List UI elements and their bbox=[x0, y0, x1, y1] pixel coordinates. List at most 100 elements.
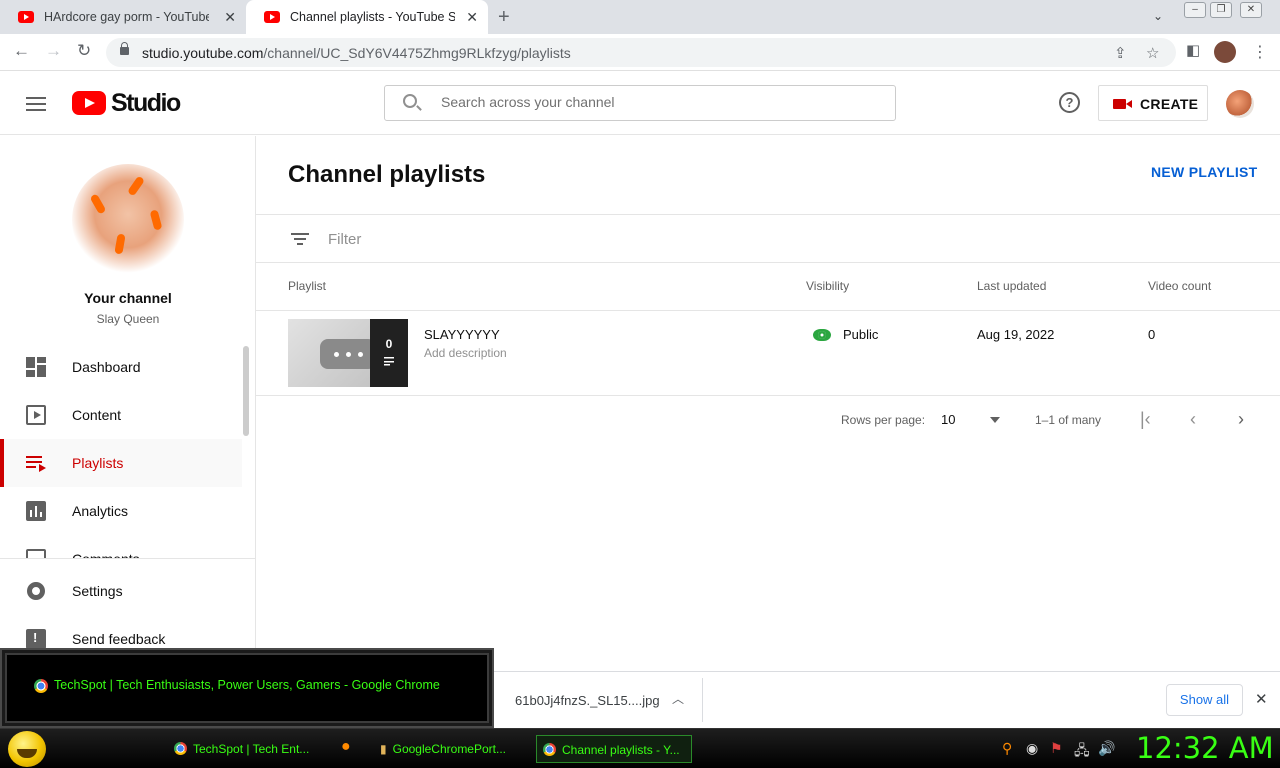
sidebar-item-label: Send feedback bbox=[72, 631, 166, 647]
last-updated-value: Aug 19, 2022 bbox=[977, 327, 1055, 342]
close-icon[interactable]: ✕ bbox=[1255, 690, 1268, 708]
minimize-window-icon[interactable]: – bbox=[1184, 2, 1206, 18]
your-channel-label: Your channel bbox=[84, 290, 172, 306]
os-taskbar: TechSpot | Tech Ent... ● ▮ GoogleChromePo… bbox=[0, 728, 1280, 768]
lock-icon bbox=[120, 42, 129, 55]
page-range: 1–1 of many bbox=[1035, 413, 1102, 427]
account-avatar[interactable] bbox=[1226, 90, 1254, 118]
back-arrow-icon[interactable]: ← bbox=[13, 41, 30, 61]
playlist-title[interactable]: SLAYYYYYY bbox=[424, 327, 500, 342]
dashboard-icon bbox=[26, 357, 46, 377]
channel-avatar[interactable] bbox=[72, 164, 184, 276]
taskbar-item-chrome-portable[interactable]: ▮ GoogleChromePort... bbox=[380, 735, 525, 763]
filter-bar bbox=[256, 214, 1280, 263]
chrome-icon bbox=[34, 679, 48, 693]
taskbar-item-channel-playlists[interactable]: Channel playlists - Y... bbox=[536, 735, 692, 763]
visibility-value[interactable]: Public bbox=[843, 327, 878, 342]
tab-search-chevron-icon[interactable]: ⌄ bbox=[1153, 9, 1163, 23]
previous-page-icon[interactable]: ‹ bbox=[1190, 409, 1196, 430]
new-tab-icon[interactable]: + bbox=[498, 6, 510, 29]
folder-icon: ▮ bbox=[380, 742, 387, 756]
sidebar-item-dashboard[interactable]: Dashboard bbox=[0, 343, 242, 391]
studio-logo-text[interactable]: Studio bbox=[111, 89, 181, 118]
restore-window-icon[interactable]: ❐ bbox=[1210, 2, 1232, 18]
first-page-icon[interactable]: |‹ bbox=[1140, 409, 1151, 430]
video-count-value: 0 bbox=[1148, 327, 1156, 342]
sidebar-item-label: Dashboard bbox=[72, 359, 141, 375]
playlist-queue-icon bbox=[384, 357, 396, 366]
sidebar-item-content[interactable]: Content bbox=[0, 391, 242, 439]
page-title: Channel playlists bbox=[288, 161, 486, 188]
browser-tab-strip: HArdcore gay porm - YouTube ✕ Channel pl… bbox=[0, 0, 1280, 34]
side-panel-icon[interactable]: ◧ bbox=[1186, 41, 1200, 59]
dropdown-arrow-icon[interactable] bbox=[990, 417, 1000, 423]
filter-icon[interactable] bbox=[291, 233, 309, 246]
taskbar-item-techspot[interactable]: TechSpot | Tech Ent... bbox=[174, 735, 324, 763]
sidebar: Your channel Slay Queen Dashboard Conten… bbox=[0, 136, 256, 670]
taskbar-preview-popup[interactable]: TechSpot | Tech Enthusiasts, Power Users… bbox=[0, 648, 494, 728]
column-header-visibility: Visibility bbox=[806, 279, 850, 293]
avatar-detail bbox=[126, 175, 146, 197]
playlist-thumbnail[interactable]: 0 bbox=[288, 319, 408, 387]
column-header-last-updated[interactable]: Last updated bbox=[977, 279, 1046, 293]
create-button[interactable]: CREATE bbox=[1098, 85, 1208, 121]
studio-header: Studio ? CREATE bbox=[0, 71, 1280, 135]
feedback-icon bbox=[26, 629, 46, 649]
sidebar-item-playlists[interactable]: Playlists bbox=[0, 439, 242, 487]
channel-search bbox=[384, 85, 896, 121]
sidebar-item-label: Playlists bbox=[72, 455, 124, 471]
thumbnail-count: 0 bbox=[385, 337, 393, 351]
eye-icon bbox=[813, 329, 831, 341]
flag-icon[interactable]: ⚑ bbox=[1050, 740, 1063, 757]
content-icon bbox=[26, 405, 46, 425]
create-label: CREATE bbox=[1140, 96, 1199, 112]
tab-title: HArdcore gay porm - YouTube bbox=[44, 10, 209, 24]
close-window-icon[interactable]: ✕ bbox=[1240, 2, 1262, 18]
chevron-up-icon[interactable]: ︿ bbox=[672, 690, 684, 707]
sidebar-item-settings[interactable]: Settings bbox=[0, 567, 242, 615]
show-all-downloads-button[interactable]: Show all bbox=[1166, 684, 1243, 716]
sidebar-item-label: Analytics bbox=[72, 503, 129, 519]
table-row[interactable]: 0 SLAYYYYYY Add description Public Aug 1… bbox=[256, 311, 1280, 396]
help-icon[interactable]: ? bbox=[1059, 92, 1080, 113]
tray-status-icon[interactable]: ◉ bbox=[1026, 740, 1038, 757]
browser-tab-youtube[interactable]: HArdcore gay porm - YouTube ✕ bbox=[0, 0, 246, 34]
downloaded-file-name[interactable]: 61b0Jj4fnzS._SL15....jpg bbox=[515, 693, 660, 708]
chrome-icon bbox=[543, 743, 556, 756]
tab-close-icon[interactable]: ✕ bbox=[224, 9, 236, 26]
clock[interactable]: 12:32 AM bbox=[1136, 731, 1274, 765]
next-page-icon[interactable]: › bbox=[1238, 409, 1244, 430]
bookmark-star-icon[interactable]: ☆ bbox=[1146, 44, 1159, 62]
network-icon[interactable]: 🖧 bbox=[1074, 740, 1090, 764]
firefox-icon[interactable]: ● bbox=[341, 738, 351, 756]
browser-menu-icon[interactable]: ⋮ bbox=[1252, 42, 1268, 62]
column-header-playlist: Playlist bbox=[288, 279, 327, 293]
avatar-detail bbox=[149, 209, 163, 231]
forward-arrow-icon[interactable]: → bbox=[45, 41, 62, 61]
menu-hamburger-icon[interactable] bbox=[26, 97, 46, 111]
volume-icon[interactable]: 🔊 bbox=[1098, 740, 1115, 757]
rows-per-page-select[interactable]: 10 bbox=[941, 412, 955, 427]
rows-per-page-label: Rows per page: bbox=[841, 413, 926, 427]
share-icon[interactable]: ⇪ bbox=[1114, 44, 1127, 62]
filter-input[interactable] bbox=[328, 231, 628, 248]
url-text[interactable]: studio.youtube.com/channel/UC_SdY6V4475Z… bbox=[142, 45, 571, 61]
new-playlist-button[interactable]: NEW PLAYLIST bbox=[1151, 164, 1258, 180]
search-tray-icon[interactable]: ⚲ bbox=[1002, 740, 1012, 757]
reload-icon[interactable]: ↻ bbox=[77, 41, 91, 61]
youtube-logo-icon[interactable] bbox=[72, 91, 106, 115]
table-header: Playlist Visibility Last updated Video c… bbox=[256, 263, 1280, 311]
channel-name: Slay Queen bbox=[96, 312, 160, 326]
browser-tab-studio[interactable]: Channel playlists - YouTube Studio ✕ bbox=[246, 0, 488, 34]
profile-avatar-icon[interactable] bbox=[1214, 41, 1236, 63]
playlist-description[interactable]: Add description bbox=[424, 346, 507, 360]
analytics-icon bbox=[26, 501, 46, 521]
pagination: Rows per page: 10 1–1 of many |‹ ‹ › bbox=[256, 397, 1280, 445]
start-smiley-icon[interactable] bbox=[8, 731, 46, 767]
search-input[interactable] bbox=[441, 94, 881, 110]
tab-close-icon[interactable]: ✕ bbox=[466, 9, 478, 26]
address-bar[interactable]: studio.youtube.com/channel/UC_SdY6V4475Z… bbox=[106, 38, 1176, 67]
popup-window-title: TechSpot | Tech Enthusiasts, Power Users… bbox=[54, 678, 440, 692]
sidebar-item-analytics[interactable]: Analytics bbox=[0, 487, 242, 535]
sidebar-scrollbar[interactable] bbox=[243, 346, 249, 436]
